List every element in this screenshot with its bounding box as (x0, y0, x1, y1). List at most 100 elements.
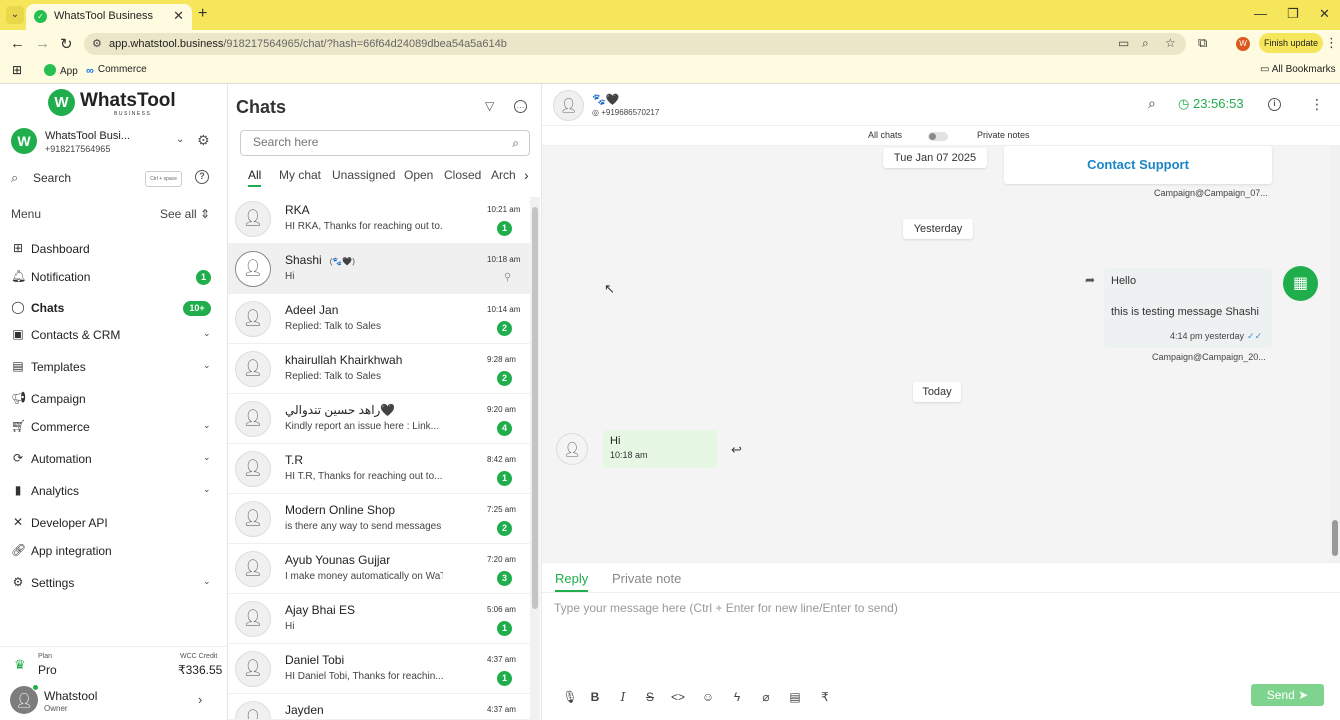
sidebar-item-developer-api[interactable]: ✕ Developer API (0, 510, 228, 536)
extensions-icon[interactable]: ⧉ (1198, 35, 1207, 51)
close-window-icon[interactable]: ✕ (1319, 6, 1330, 22)
italic-icon[interactable]: I (615, 689, 631, 705)
private-notes-toggle[interactable] (928, 132, 948, 141)
sidebar-item-notification[interactable]: 🔔︎ Notification 1 (0, 264, 228, 290)
document-icon[interactable]: ▤ (787, 689, 803, 705)
tab-closed[interactable]: Closed (444, 168, 481, 185)
contact-avatar[interactable]: 👤︎ (553, 90, 584, 121)
chat-row[interactable]: 👤︎ Adeel Jan Replied: Talk to Sales 10:1… (228, 294, 530, 344)
apps-grid-icon[interactable]: ⊞ (12, 63, 22, 77)
tab-all[interactable]: All (248, 168, 262, 187)
quick-reply-icon[interactable]: ϟ (729, 689, 745, 705)
chat-row-selected[interactable]: 👤︎ Shashi (🐾🖤) Hi 10:18 am ⚲ (228, 244, 530, 294)
forward-icon[interactable]: ➦ (1085, 273, 1095, 287)
browser-menu-icon[interactable]: ⋮ (1325, 35, 1338, 51)
new-chat-icon[interactable]: … (514, 100, 527, 113)
reload-icon[interactable]: ↻ (60, 35, 73, 53)
scrollbar-thumb[interactable] (1332, 520, 1338, 556)
search-icon[interactable]: ⌕ (512, 136, 519, 151)
sidebar-item-automation[interactable]: ⟳ Automation ⌄ (0, 446, 228, 472)
bookmark-commerce[interactable]: ∞ Commerce (86, 64, 147, 77)
sidebar-item-dashboard[interactable]: ⊞ Dashboard (0, 236, 228, 262)
chat-row[interactable]: 👤︎ Daniel Tobi HI Daniel Tobi, Thanks fo… (228, 644, 530, 694)
tabs-scroll-right-icon[interactable]: › (524, 167, 529, 183)
sidebar-item-label: Settings (31, 576, 75, 590)
chat-search-input[interactable] (253, 135, 493, 149)
chat-row[interactable]: 👤︎ Modern Online Shop is there any way t… (228, 494, 530, 544)
message-scrollbar[interactable] (1330, 146, 1340, 562)
sidebar-item-settings[interactable]: ⚙ Settings ⌄ (0, 570, 228, 596)
tab-unassigned[interactable]: Unassigned (332, 168, 395, 185)
gear-icon[interactable]: ⚙ (197, 132, 210, 149)
zoom-icon[interactable]: ⌕ (1142, 36, 1149, 51)
chevron-down-icon[interactable]: ⌄ (176, 134, 184, 145)
code-icon[interactable]: <> (670, 689, 686, 705)
sidebar-item-analytics[interactable]: ▮ Analytics ⌄ (0, 478, 228, 504)
emoji-icon[interactable]: ☺ (700, 689, 716, 705)
sheet-icon[interactable]: ▦ (1283, 266, 1318, 301)
site-info-icon[interactable]: ⚙ (92, 37, 102, 50)
tab-open[interactable]: Open (404, 168, 433, 185)
plan-box[interactable]: ♛ Plan Pro WCC Credit ₹336.55 (0, 646, 228, 682)
bold-icon[interactable]: B (587, 689, 603, 705)
contact-support-button[interactable]: Contact Support (1004, 157, 1272, 172)
tab-private-note[interactable]: Private note (612, 571, 681, 590)
tab-search-icon[interactable]: ⌄ (6, 6, 24, 24)
bookmark-app[interactable]: App (44, 64, 78, 77)
notification-badge: 1 (196, 270, 211, 285)
chat-row[interactable]: 👤︎ راهد حسين تندوالي🖤 Kindly report an i… (228, 394, 530, 444)
url-omnibox[interactable]: ⚙ app.whatstool.business/918217564965/ch… (84, 33, 1186, 55)
filter-icon[interactable]: ▽ (485, 99, 494, 113)
new-tab-icon[interactable]: + (198, 5, 207, 23)
account-name[interactable]: WhatsTool Busi... (45, 130, 130, 142)
chat-row[interactable]: 👤︎ khairullah Khairkhwah Replied: Talk t… (228, 344, 530, 394)
install-app-icon[interactable]: ▭ (1118, 36, 1129, 50)
rupee-payment-icon[interactable]: ₹ (817, 689, 833, 705)
more-options-icon[interactable]: ⋮ (1310, 96, 1324, 113)
assign-icon[interactable]: ⚲ (504, 272, 511, 283)
back-icon[interactable]: ← (10, 35, 25, 52)
help-icon[interactable]: ? (195, 170, 209, 184)
message-input[interactable] (554, 601, 1324, 681)
all-bookmarks[interactable]: ▭ All Bookmarks (1260, 64, 1336, 75)
tab-reply[interactable]: Reply (555, 571, 589, 592)
chat-row[interactable]: 👤︎ RKA HI RKA, Thanks for reaching out t… (228, 194, 530, 244)
chat-row[interactable]: 👤︎ Ayub Younas Gujjar I make money autom… (228, 544, 530, 594)
scrollbar-thumb[interactable] (532, 207, 538, 609)
see-all-button[interactable]: See all ⇕ (160, 207, 210, 221)
user-profile[interactable]: 👤︎ Whatstool Owner › (0, 684, 228, 720)
sidebar-item-campaign[interactable]: 📢︎ Campaign (0, 386, 228, 412)
attachment-icon[interactable]: ⌀ (758, 689, 774, 705)
chat-name: RKA (285, 203, 310, 217)
bookmark-star-icon[interactable]: ☆ (1165, 36, 1176, 50)
profile-avatar[interactable]: W (1236, 37, 1250, 51)
avatar: 👤︎ (235, 251, 271, 287)
sidebar-item-templates[interactable]: ▤ Templates ⌄ (0, 354, 228, 380)
chat-row[interactable]: 👤︎ Jayden 4:37 am (228, 694, 530, 720)
reply-icon[interactable]: ↩ (731, 442, 742, 458)
account-avatar[interactable]: W (11, 128, 37, 154)
finish-update-button[interactable]: Finish update (1259, 33, 1323, 53)
chat-row[interactable]: 👤︎ Ajay Bhai ES Hi 5:06 am 1 (228, 594, 530, 644)
contact-name[interactable]: 🐾🖤 (592, 93, 619, 106)
tab-archived[interactable]: Arch (491, 168, 516, 185)
sidebar-search[interactable]: Search (33, 171, 71, 185)
sidebar-item-app-integration[interactable]: 🔗︎ App integration (0, 538, 228, 564)
tab-my-chat[interactable]: My chat (279, 168, 321, 185)
browser-tab[interactable]: ✓ WhatsTool Business ✕ (26, 4, 192, 30)
sidebar-item-chats[interactable]: ◯ Chats 10+ (0, 295, 228, 321)
strikethrough-icon[interactable]: S (642, 689, 658, 705)
sidebar-item-commerce[interactable]: 🛒︎ Commerce ⌄ (0, 414, 228, 440)
chat-list-scrollbar[interactable] (530, 197, 540, 720)
chat-row[interactable]: 👤︎ T.R HI T.R, Thanks for reaching out t… (228, 444, 530, 494)
chevron-right-icon[interactable]: › (198, 692, 202, 707)
restore-icon[interactable]: ❐ (1287, 6, 1299, 22)
close-tab-icon[interactable]: ✕ (173, 8, 184, 24)
microphone-icon[interactable]: 🎙︎ (562, 689, 578, 705)
info-icon[interactable]: i (1268, 98, 1281, 111)
send-button[interactable]: Send ➤ (1251, 684, 1324, 706)
forward-icon[interactable]: → (35, 35, 50, 52)
sidebar-item-contacts[interactable]: ▣ Contacts & CRM ⌄ (0, 322, 228, 348)
search-icon[interactable]: ⌕ (1148, 95, 1156, 112)
minimize-icon[interactable]: — (1254, 6, 1267, 21)
